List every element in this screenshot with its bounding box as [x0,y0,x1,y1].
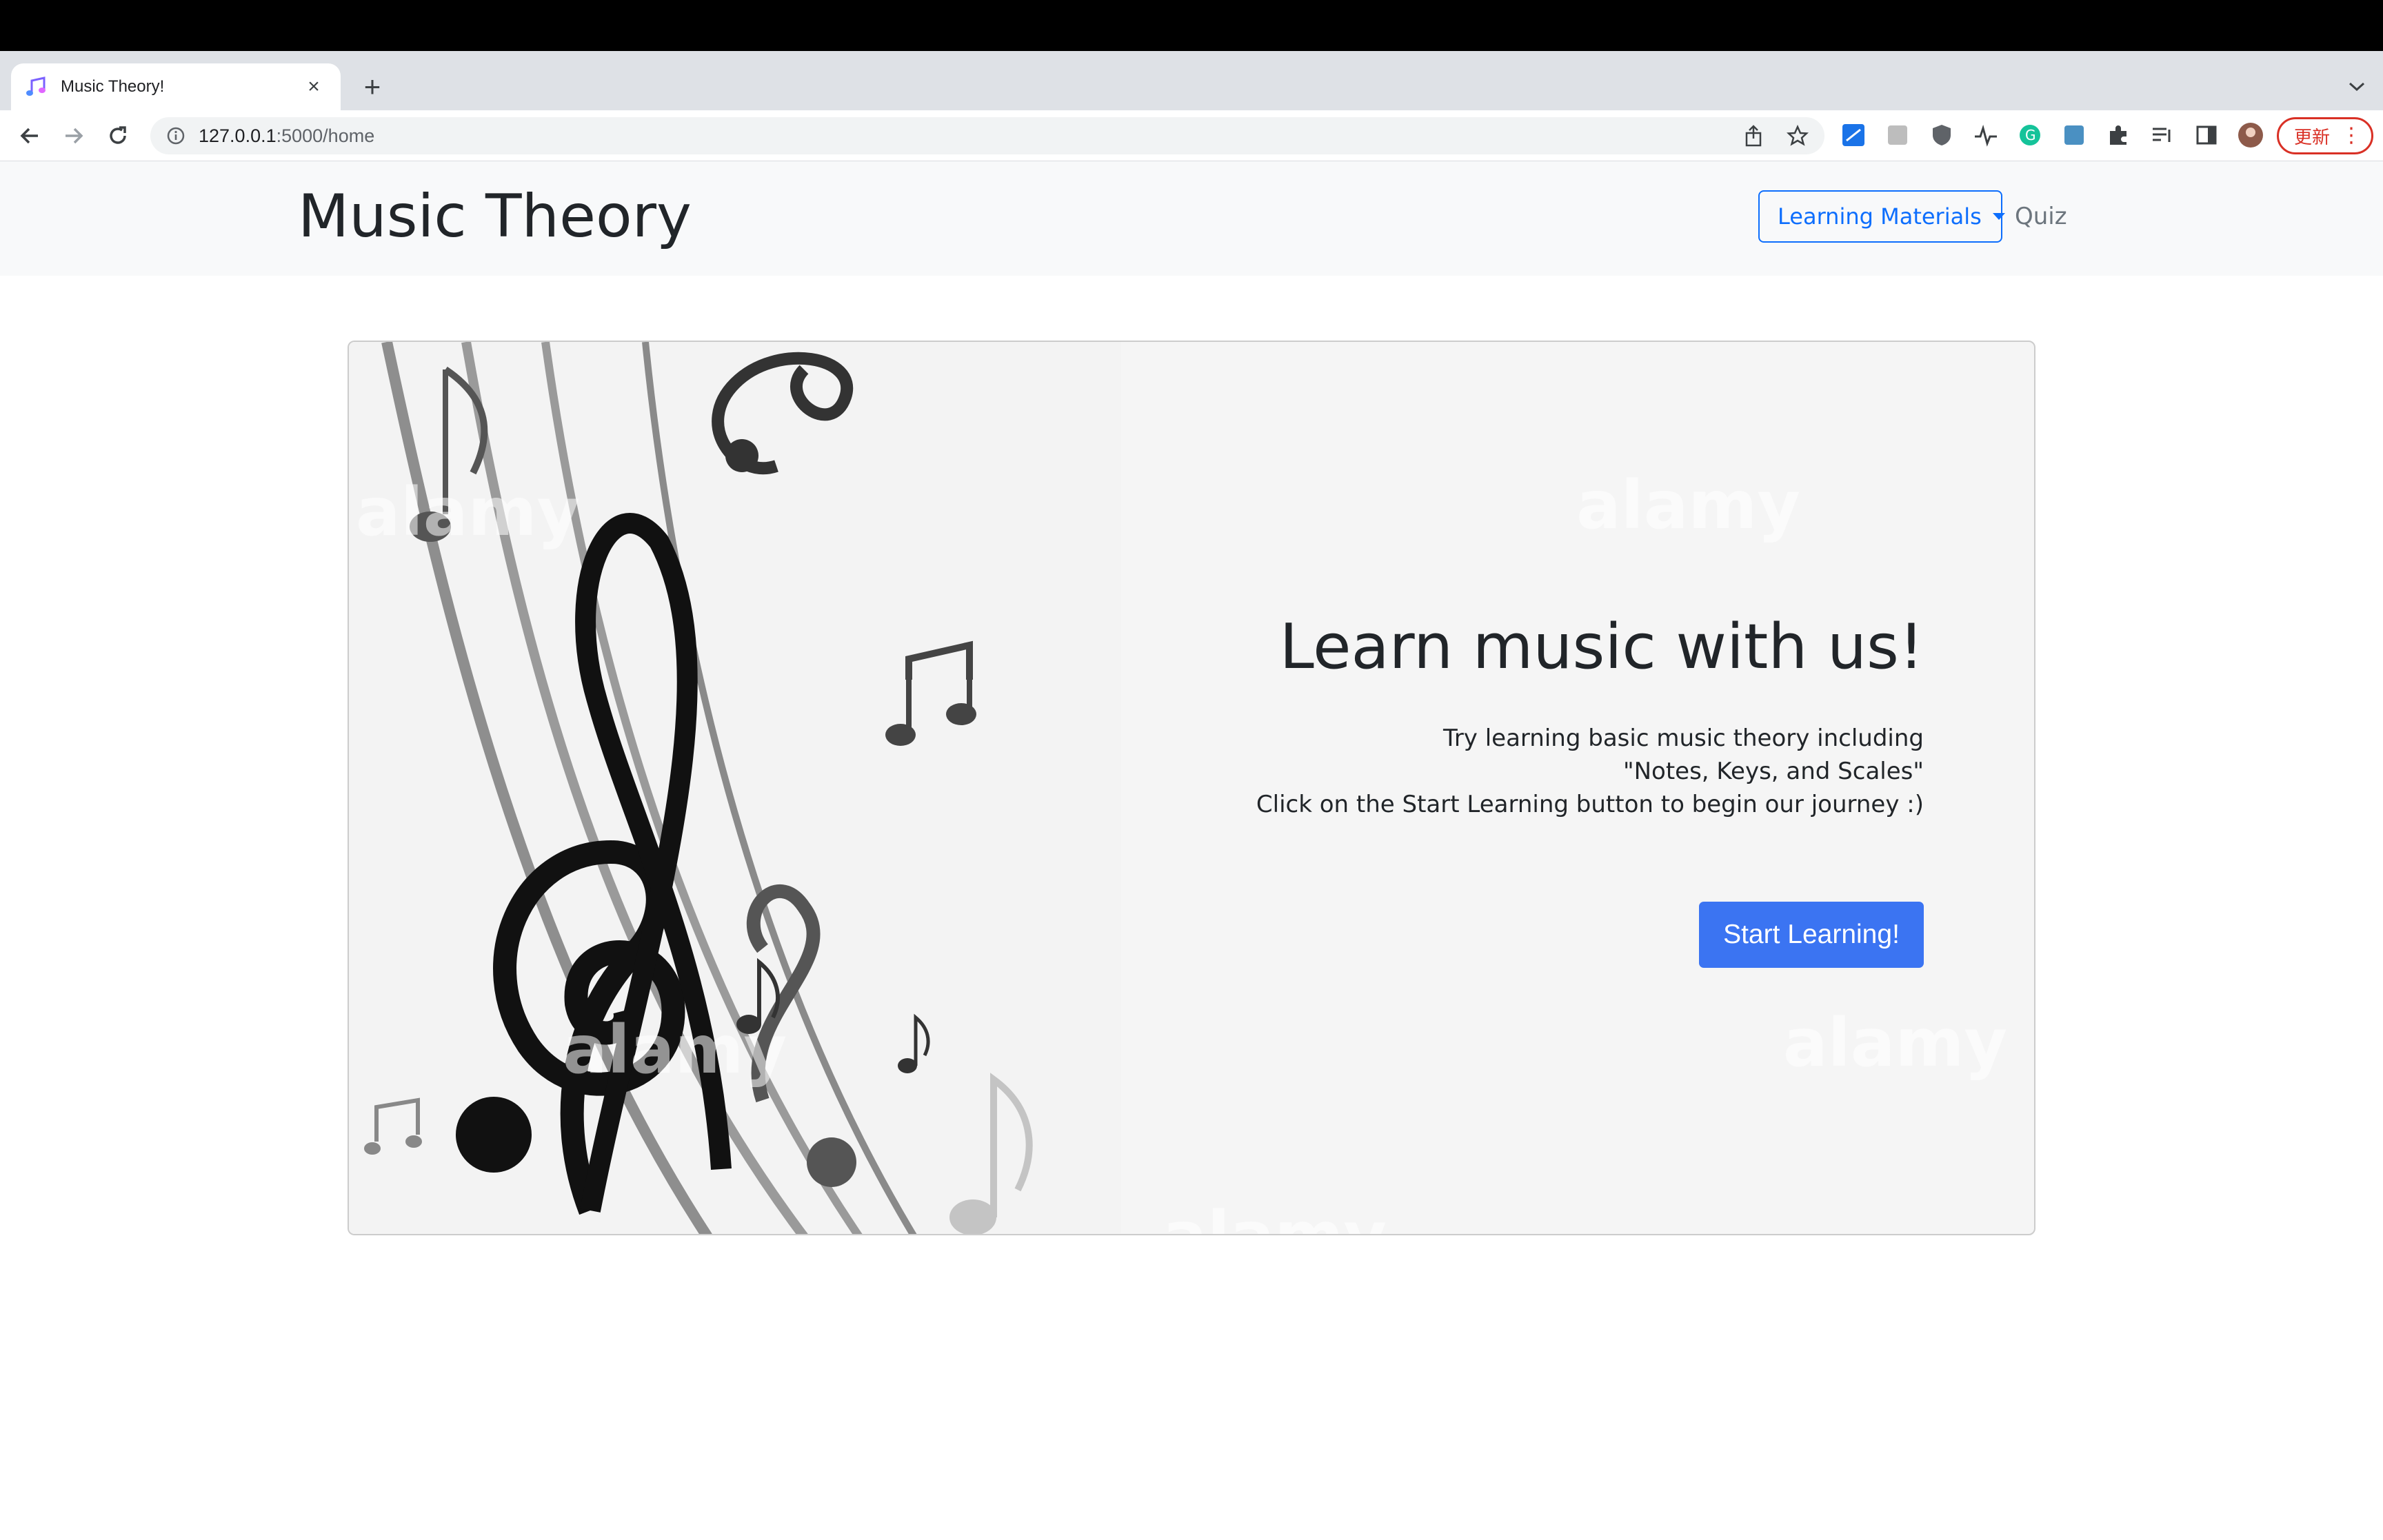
os-menu-bar [0,0,2383,51]
hero-line-3: Click on the Start Learning button to be… [1256,791,1924,818]
reload-icon[interactable] [102,120,134,152]
hero-line-1: Try learning basic music theory includin… [1443,725,1924,752]
browser-tab[interactable]: Music Theory! × [11,63,341,110]
music-favicon-icon [26,75,50,99]
watermark-text: alamy [1163,1197,1387,1235]
extension-icon-2[interactable] [1882,120,1913,150]
back-icon[interactable] [14,120,46,152]
caret-down-icon [1992,213,2005,220]
page-content: Music Theory Learning Materials Quiz ala… [0,161,2383,1540]
update-label: 更新 [2294,127,2331,148]
hero-card: alamy alamy alamy alamy alamy Learn musi… [348,341,2035,1235]
star-icon[interactable] [1783,121,1812,150]
puzzle-icon[interactable] [2103,120,2133,150]
sidebar-icon[interactable] [2191,120,2222,150]
hero-text-block: Learn music with us! Try learning basic … [1256,611,1924,821]
info-icon[interactable] [165,125,186,146]
watermark-text: alamy [1783,1004,2007,1082]
close-icon[interactable]: × [302,75,325,99]
extension-icon-3[interactable] [2059,120,2089,150]
learning-materials-dropdown[interactable]: Learning Materials [1758,190,2005,243]
extension-icon-1[interactable] [1838,120,1869,150]
tab-title: Music Theory! [61,77,165,96]
dropdown-label: Learning Materials [1778,203,1982,230]
tab-search-icon[interactable] [2342,72,2372,102]
music-notes-image [349,342,1121,1234]
grammarly-icon[interactable]: G [2015,120,2045,150]
hero-line-2: "Notes, Keys, and Scales" [1622,758,1924,785]
start-learning-button[interactable]: Start Learning! [1699,902,1924,968]
reading-list-icon[interactable] [2147,120,2178,150]
quiz-link[interactable]: Quiz [2015,203,2067,230]
address-bar[interactable]: 127.0.0.1:5000/home [150,117,1824,154]
tab-strip: Music Theory! × + [0,51,2383,110]
url-text: 127.0.0.1:5000/home [199,125,374,147]
watermark-text: alamy [1576,467,1800,544]
hero-title: Learn music with us! [1279,611,1924,683]
forward-icon[interactable] [58,120,90,152]
site-navbar: Music Theory Learning Materials Quiz [0,161,2383,276]
update-button[interactable]: 更新 ⋮ [2277,117,2373,154]
kebab-icon[interactable]: ⋮ [2341,123,2362,148]
site-brand[interactable]: Music Theory [298,182,692,251]
shield-icon[interactable] [1927,120,1957,150]
url-host: 127.0.0.1 [199,125,276,146]
plus-icon[interactable]: + [357,72,388,102]
avatar[interactable] [2235,120,2266,150]
svg-text:G: G [2025,127,2036,143]
hero-description: Try learning basic music theory includin… [1256,722,1924,821]
share-icon[interactable] [1739,121,1768,150]
pulse-icon[interactable] [1971,120,2001,150]
browser-toolbar: 127.0.0.1:5000/home G 更新 ⋮ [0,110,2383,161]
url-path: :5000/home [276,125,375,146]
